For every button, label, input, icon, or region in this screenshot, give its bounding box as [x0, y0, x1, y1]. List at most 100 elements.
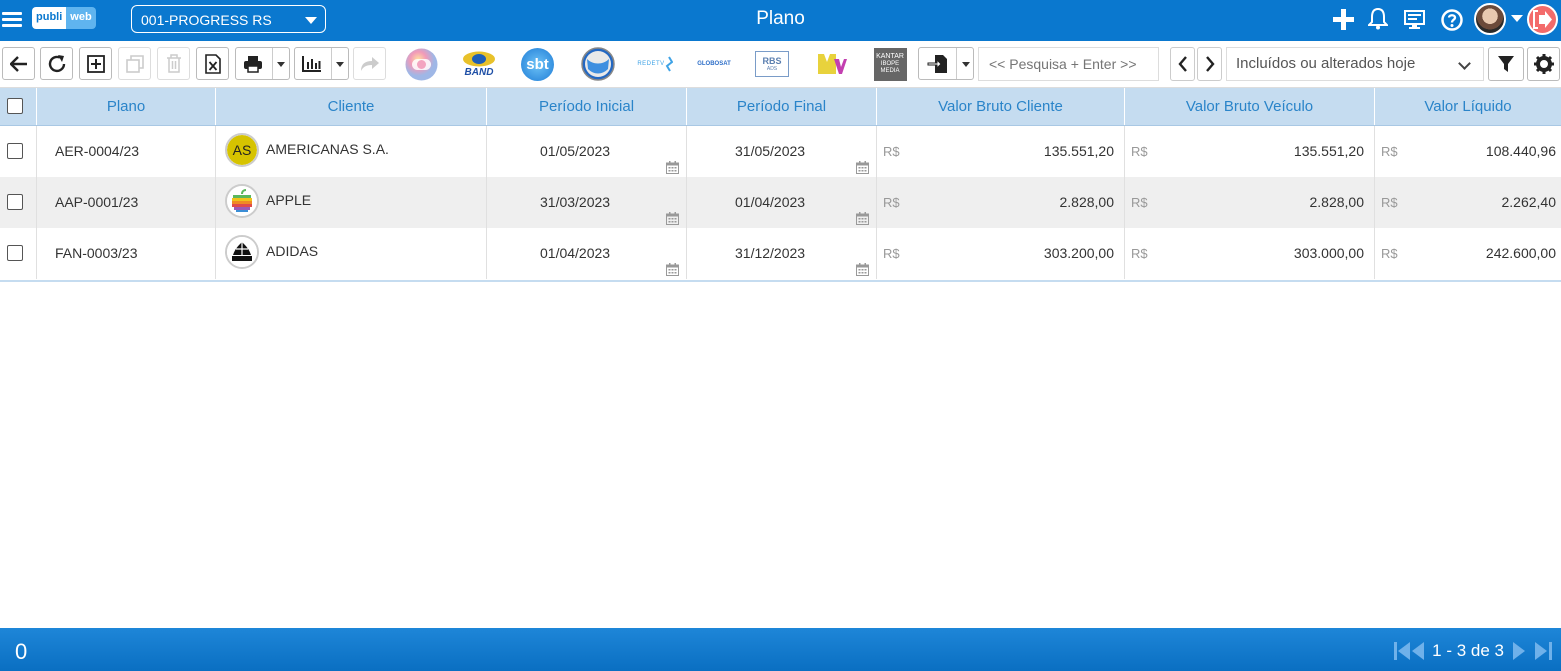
- column-valor-liquido[interactable]: Valor Líquido: [1375, 88, 1561, 125]
- help-icon[interactable]: [1441, 9, 1463, 31]
- cliente-cell[interactable]: ADIDAS: [216, 228, 487, 279]
- rbs-logo-icon: RBS ADS: [755, 51, 789, 77]
- row-select-cell: [0, 228, 37, 279]
- import-dropdown[interactable]: [918, 47, 974, 80]
- calendar-icon[interactable]: [666, 246, 679, 276]
- channel-mtv[interactable]: [815, 47, 848, 81]
- column-cliente[interactable]: Cliente: [216, 88, 487, 125]
- table-row[interactable]: FAN-0003/23 ADIDAS 01/04/2023 31/12/2023 R$ 3…: [0, 228, 1561, 279]
- band-logo-text: BAND: [464, 66, 494, 78]
- column-valor-bruto-veiculo[interactable]: Valor Bruto Veículo: [1125, 88, 1375, 125]
- valor-bruto-veiculo-cell[interactable]: R$ 2.828,00: [1125, 177, 1375, 228]
- company-select[interactable]: 001-PROGRESS RS: [131, 5, 326, 33]
- refresh-button[interactable]: [40, 47, 73, 80]
- calendar-icon[interactable]: [666, 195, 679, 225]
- periodo-final-cell[interactable]: 31/12/2023: [687, 228, 877, 279]
- bell-icon[interactable]: [1368, 8, 1388, 30]
- valor-liquido-cell[interactable]: R$ 242.600,00: [1375, 228, 1561, 279]
- valor-bruto-veiculo-cell[interactable]: R$ 135.551,20: [1125, 126, 1375, 177]
- channel-band[interactable]: BAND: [460, 47, 498, 81]
- end-date: 31/12/2023: [735, 245, 806, 261]
- plano-cell[interactable]: AAP-0001/23: [37, 177, 216, 228]
- delete-button[interactable]: [157, 47, 190, 80]
- table-row[interactable]: AAP-0001/23 APPLE 31/03/2023 01/04/2023 R$ 2.…: [0, 177, 1561, 228]
- channel-sbt[interactable]: sbt: [520, 47, 555, 81]
- table-row[interactable]: AER-0004/23 AS AMERICANAS S.A. 01/05/2023 31…: [0, 126, 1561, 177]
- copy-button[interactable]: [118, 47, 151, 80]
- menu-icon[interactable]: [2, 9, 22, 29]
- select-all-checkbox[interactable]: [7, 98, 23, 114]
- column-periodo-inicial[interactable]: Período Inicial: [487, 88, 687, 125]
- calendar-icon[interactable]: [856, 246, 869, 276]
- add-icon[interactable]: [1333, 9, 1354, 30]
- calendar-icon[interactable]: [856, 144, 869, 174]
- last-page-icon[interactable]: [1535, 642, 1552, 660]
- plano-cell[interactable]: FAN-0003/23: [37, 228, 216, 279]
- chevron-down-icon: [1458, 57, 1471, 70]
- periodo-inicial-cell[interactable]: 01/04/2023: [487, 228, 687, 279]
- first-page-icon[interactable]: [1394, 642, 1411, 660]
- user-menu-chevron-icon[interactable]: [1511, 15, 1523, 22]
- start-date: 01/04/2023: [540, 245, 611, 261]
- valor-liquido-cell[interactable]: R$ 2.262,40: [1375, 177, 1561, 228]
- settings-button[interactable]: [1527, 47, 1560, 81]
- end-date: 01/04/2023: [735, 194, 806, 210]
- periodo-final-cell[interactable]: 31/05/2023: [687, 126, 877, 177]
- cliente-cell[interactable]: AS AMERICANAS S.A.: [216, 126, 487, 177]
- channel-kantar[interactable]: KANTAR IBOPE MEDIA: [873, 47, 907, 81]
- app-logo[interactable]: publi web: [32, 7, 96, 29]
- channel-globo[interactable]: [404, 47, 438, 81]
- trash-icon: [166, 54, 181, 73]
- column-valor-bruto-cliente[interactable]: Valor Bruto Cliente: [877, 88, 1125, 125]
- valor-bruto-cliente-cell[interactable]: R$ 135.551,20: [877, 126, 1125, 177]
- row-checkbox[interactable]: [7, 245, 23, 261]
- periodo-final-cell[interactable]: 01/04/2023: [687, 177, 877, 228]
- forward-button[interactable]: [353, 47, 386, 80]
- end-date: 31/05/2023: [735, 143, 806, 159]
- search-input[interactable]: [978, 47, 1159, 81]
- channel-globosat[interactable]: GLOBOSAT: [694, 47, 734, 81]
- periodo-inicial-cell[interactable]: 31/03/2023: [487, 177, 687, 228]
- user-avatar[interactable]: [1474, 3, 1506, 35]
- next-page-icon[interactable]: [1513, 642, 1525, 660]
- currency-label: R$: [1131, 246, 1148, 261]
- next-button[interactable]: [1197, 47, 1222, 81]
- globosat-logo-text: GLOBOSAT: [697, 61, 731, 67]
- back-button[interactable]: [2, 47, 35, 80]
- previous-button[interactable]: [1170, 47, 1195, 81]
- plano-cell[interactable]: AER-0004/23: [37, 126, 216, 177]
- mtv-logo-icon: [817, 54, 847, 74]
- channel-record[interactable]: [580, 47, 615, 81]
- sbt-logo-text: sbt: [526, 55, 549, 73]
- currency-label: R$: [883, 246, 900, 261]
- filter-select[interactable]: Incluídos ou alterados hoje: [1226, 47, 1484, 81]
- valor-liquido-cell[interactable]: R$ 108.440,96: [1375, 126, 1561, 177]
- periodo-inicial-cell[interactable]: 01/05/2023: [487, 126, 687, 177]
- new-button[interactable]: [79, 47, 112, 80]
- top-bar: publi web 001-PROGRESS RS Plano: [0, 0, 1561, 41]
- print-dropdown[interactable]: [235, 47, 290, 80]
- selected-count: 0: [15, 639, 28, 664]
- calendar-icon[interactable]: [856, 195, 869, 225]
- monitor-icon[interactable]: [1404, 10, 1425, 29]
- chevron-down-icon: [305, 17, 317, 24]
- valor-bruto-cliente-cell[interactable]: R$ 303.200,00: [877, 228, 1125, 279]
- export-excel-button[interactable]: [196, 47, 229, 80]
- sbt-logo-icon: sbt: [521, 47, 554, 81]
- column-plano[interactable]: Plano: [37, 88, 216, 125]
- previous-page-icon[interactable]: [1412, 642, 1424, 660]
- channel-redetv[interactable]: REDETV: [634, 47, 676, 81]
- chart-dropdown[interactable]: [294, 47, 349, 80]
- row-checkbox[interactable]: [7, 143, 23, 159]
- filter-button[interactable]: [1488, 47, 1524, 81]
- column-periodo-final[interactable]: Período Final: [687, 88, 877, 125]
- row-checkbox[interactable]: [7, 194, 23, 210]
- cliente-cell[interactable]: APPLE: [216, 177, 487, 228]
- channel-rbs[interactable]: RBS ADS: [753, 47, 791, 81]
- logout-button[interactable]: [1527, 4, 1558, 35]
- valor-bruto-veiculo-cell[interactable]: R$ 303.000,00: [1125, 228, 1375, 279]
- client-logo-text: AS: [233, 142, 252, 158]
- valor-bruto-cliente-cell[interactable]: R$ 2.828,00: [877, 177, 1125, 228]
- calendar-glyph: [856, 263, 869, 276]
- calendar-icon[interactable]: [666, 144, 679, 174]
